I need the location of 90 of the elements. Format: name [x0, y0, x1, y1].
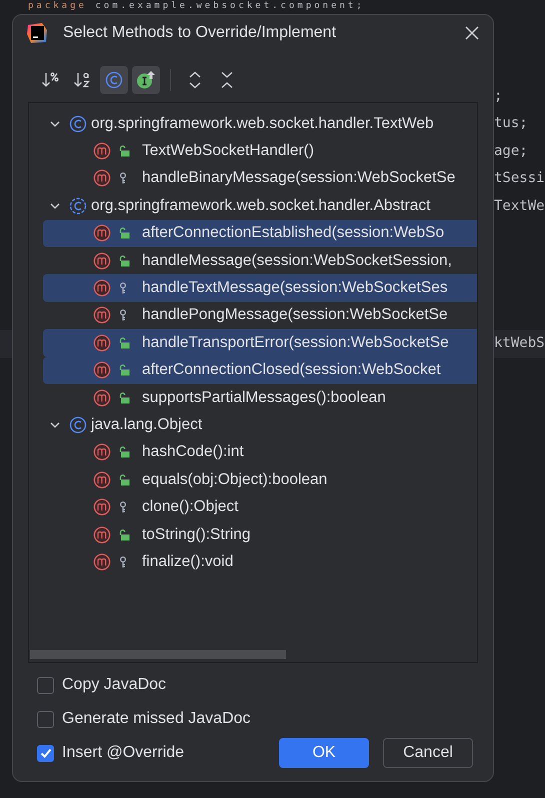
unlocked-icon: [118, 145, 130, 158]
method-icon: [93, 224, 111, 242]
method-signature: TextWebSocketHandler(): [142, 142, 314, 160]
sort-percent-icon: [41, 71, 59, 89]
interface-icon: [136, 70, 156, 90]
method-icon: [93, 388, 111, 407]
method-row[interactable]: TextWebSocketHandler(): [43, 137, 477, 165]
method-icon: [93, 498, 111, 516]
show-interfaces-button[interactable]: [132, 66, 160, 94]
code-line: TextWe: [494, 196, 545, 216]
abstract-class-icon: [69, 196, 87, 215]
method-signature: handleBinaryMessage(session:WebSocketSe: [142, 169, 456, 188]
checkbox[interactable]: [37, 676, 54, 694]
method-signature: clone():Object: [142, 498, 238, 516]
method-icon: [93, 279, 111, 298]
method-icon: [93, 252, 111, 270]
checkbox-label: Copy JavaDoc: [62, 676, 166, 694]
method-icon: [93, 169, 111, 188]
class-row[interactable]: org.springframework.web.socket.handler.Abstract: [29, 192, 477, 220]
method-signature: toString():String: [142, 526, 251, 544]
method-row[interactable]: clone():Object: [43, 493, 477, 521]
code-line: age;: [494, 142, 528, 160]
unlocked-icon: [118, 254, 130, 267]
method-signature: handleMessage(session:WebSocketSession,: [142, 252, 452, 270]
method-icon: [93, 443, 111, 462]
unlocked-icon: [118, 474, 130, 486]
checkbox-option[interactable]: Insert @Override: [37, 744, 184, 762]
window-title: Select Methods to Override/Implement: [63, 24, 338, 42]
close-button[interactable]: [463, 24, 481, 42]
close-icon: [465, 26, 479, 40]
code-line: tSessi: [494, 169, 545, 188]
unlocked-icon: [118, 227, 130, 240]
method-row[interactable]: handleBinaryMessage(session:WebSocketSe: [43, 164, 477, 192]
checkbox-option[interactable]: Copy JavaDoc: [37, 676, 166, 694]
method-signature: hashCode():int: [142, 443, 244, 462]
method-row[interactable]: handleTextMessage(session:WebSocketSes: [43, 274, 477, 302]
class-icon: [105, 71, 123, 89]
method-signature: supportsPartialMessages():boolean: [142, 388, 386, 407]
method-icon: [93, 526, 111, 544]
method-row[interactable]: afterConnectionClosed(session:WebSocket: [43, 356, 477, 384]
method-icon: [93, 470, 111, 489]
method-signature: afterConnectionEstablished(session:WebSo: [142, 224, 444, 242]
method-icon: [93, 334, 111, 352]
class-name: java.lang.Object: [91, 416, 202, 434]
class-row[interactable]: java.lang.Object: [29, 411, 477, 439]
scrollbar-thumb[interactable]: [30, 650, 286, 659]
method-icon: [93, 552, 111, 571]
method-icon: [93, 142, 111, 160]
method-signature: handleTransportError(session:WebSocketSe: [142, 334, 449, 352]
class-icon: [69, 114, 87, 133]
class-name: org.springframework.web.socket.handler.TextWeb: [91, 114, 434, 133]
checkmark-icon: [38, 746, 52, 760]
code-line: tus;: [494, 114, 528, 133]
checkbox[interactable]: [37, 710, 54, 728]
method-row[interactable]: handleTransportError(session:WebSocketSe: [43, 329, 477, 357]
code-line: ;: [494, 86, 502, 106]
checkbox[interactable]: [37, 744, 54, 762]
class-icon: [69, 416, 87, 434]
checkbox-label: Insert @Override: [62, 744, 184, 762]
unlocked-icon: [118, 528, 130, 541]
class-row[interactable]: org.springframework.web.socket.handler.TextWeb: [29, 110, 477, 138]
method-signature: equals(obj:Object):boolean: [142, 470, 328, 489]
sort-alphabetical-icon: [73, 71, 91, 89]
method-row[interactable]: handleMessage(session:WebSocketSession,: [43, 246, 477, 274]
unlocked-icon: [118, 446, 130, 458]
code-line: package com.example.websocket.component;: [28, 1, 365, 12]
method-signature: finalize():void: [142, 552, 234, 571]
method-row[interactable]: hashCode():int: [43, 438, 477, 466]
method-row[interactable]: toString():String: [43, 520, 477, 548]
cancel-button[interactable]: Cancel: [383, 738, 473, 768]
unlocked-icon: [118, 336, 130, 349]
class-name: org.springframework.web.socket.handler.Abstract: [91, 196, 430, 215]
method-row[interactable]: supportsPartialMessages():boolean: [43, 384, 477, 412]
show-classes-button[interactable]: [100, 66, 128, 94]
method-icon: [93, 306, 111, 324]
code-line: ktWebS: [494, 334, 545, 353]
unlocked-icon: [118, 392, 130, 404]
method-signature: afterConnectionClosed(session:WebSocket: [142, 361, 441, 380]
method-signature: handlePongMessage(session:WebSocketSe: [142, 306, 448, 324]
collapse-all-icon: [219, 71, 235, 89]
method-icon: [93, 361, 111, 380]
unlocked-icon: [118, 364, 130, 376]
expand-all-icon: [187, 71, 203, 89]
method-row[interactable]: finalize():void: [43, 548, 477, 576]
method-row[interactable]: equals(obj:Object):boolean: [43, 466, 477, 494]
method-row[interactable]: afterConnectionEstablished(session:WebSo: [43, 220, 477, 247]
method-signature: handleTextMessage(session:WebSocketSes: [142, 279, 448, 298]
app-logo-icon: [26, 22, 48, 44]
ok-button[interactable]: OK: [279, 738, 369, 768]
method-row[interactable]: handlePongMessage(session:WebSocketSe: [43, 302, 477, 330]
